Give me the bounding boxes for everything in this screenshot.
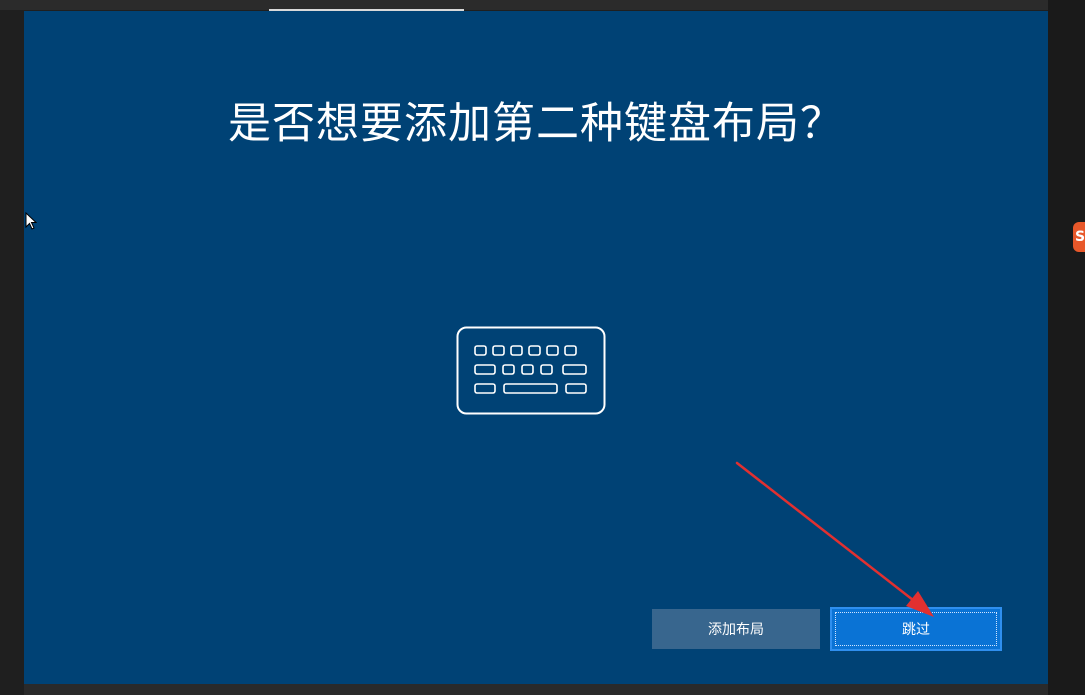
- keyboard-icon: [456, 326, 606, 415]
- add-layout-button[interactable]: 添加布局: [652, 609, 820, 649]
- oobe-setup-panel: 是否想要添加第二种键盘布局？: [24, 11, 1048, 684]
- floating-app-badge-icon[interactable]: S: [1073, 222, 1085, 252]
- mouse-pointer-icon: [25, 212, 37, 230]
- skip-button[interactable]: 跳过: [830, 607, 1002, 651]
- top-bar: [0, 0, 1085, 10]
- desktop-edge: [1048, 0, 1085, 695]
- bottom-bar: [24, 684, 1048, 695]
- page-title: 是否想要添加第二种键盘布局？: [228, 99, 844, 149]
- screen-frame: 是否想要添加第二种键盘布局？ 添加布局 跳过 S: [0, 0, 1085, 695]
